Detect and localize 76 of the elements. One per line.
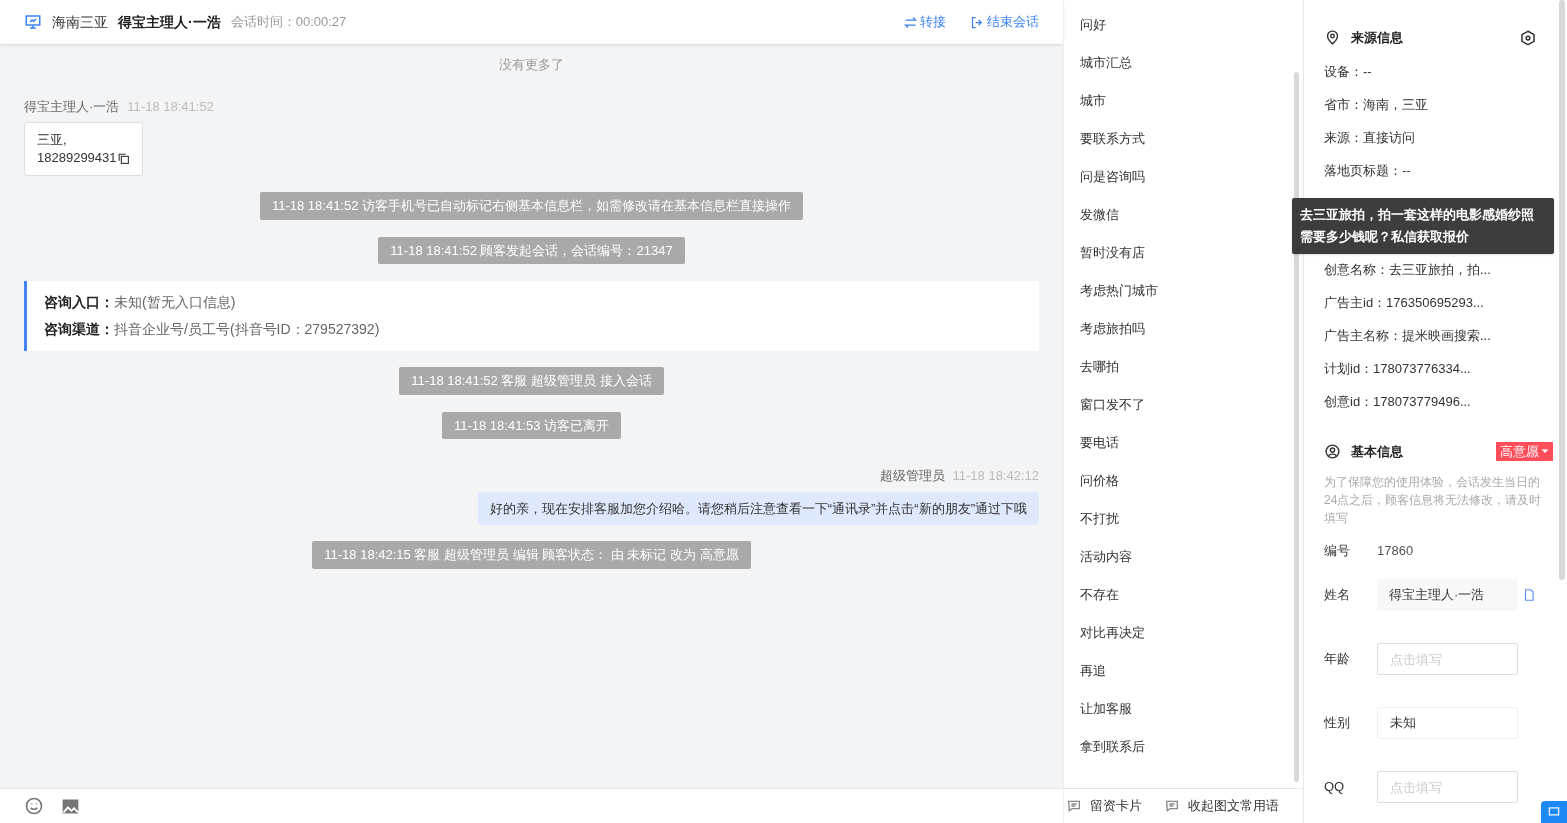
sender-name: 超级管理员 — [879, 467, 945, 485]
field-value: 17860 — [1377, 542, 1414, 561]
quick-phrase[interactable]: 考虑旅拍吗 — [1080, 318, 1303, 356]
source-field: 计划id：178073776334... — [1324, 358, 1537, 392]
select-field[interactable]: 未知 — [1377, 707, 1518, 739]
quick-phrase[interactable]: 问好 — [1080, 14, 1303, 52]
info-line: 咨询渠道：抖音企业号/员工号(抖音号ID：279527392) — [44, 320, 381, 339]
section-title: 来源信息 — [1351, 29, 1404, 47]
field-label: 年龄 — [1324, 650, 1351, 669]
region-name: 海南三亚 — [52, 12, 108, 32]
field-label: 性别 — [1324, 714, 1351, 733]
location-pin-icon — [1324, 29, 1341, 47]
customer-name: 得宝主理人·一浩 — [118, 12, 221, 32]
field-label: 姓名 — [1324, 586, 1351, 605]
session-duration: 会话时间：00:00:27 — [230, 13, 347, 32]
quick-phrase[interactable]: 拿到联系后 — [1080, 736, 1303, 774]
system-message: 11-18 18:41:52 顾客发起会话，会话编号：21347 — [378, 236, 685, 264]
name-field[interactable]: 得宝主理人·一浩 — [1377, 579, 1518, 611]
sender-name: 得宝主理人·一浩 — [24, 97, 120, 116]
phrase-toggle-link[interactable]: 留资卡片 — [1066, 796, 1142, 816]
message-bubble: 好的亲，现在安排客服加您介绍哈。请您稍后注意查看一下“通讯录”并点击“新的朋友”通过下哦 — [477, 491, 1039, 525]
source-field: 落地页标题：-- — [1324, 160, 1537, 194]
field-label: QQ — [1324, 778, 1346, 797]
swap-icon — [903, 14, 918, 30]
source-field: 广告主id：176350695293... — [1324, 292, 1537, 326]
hexagon-nut-icon — [1519, 28, 1537, 47]
smiley-icon — [24, 796, 44, 816]
quick-phrase[interactable]: 再追 — [1080, 660, 1303, 698]
monitor-icon — [24, 13, 42, 31]
notice-text: 为了保障您的使用体验，会话发生当日的24点之后，顾客信息将无法修改，请及时填写 — [1324, 474, 1543, 527]
system-message: 11-18 18:42:15 客服 超级管理员 编辑 顾客状态： 由 未标记 改为 高意愿 — [312, 541, 751, 569]
section-title: 基本信息 — [1351, 442, 1404, 461]
copy-icon — [116, 151, 130, 165]
scrollbar[interactable] — [1559, 0, 1565, 580]
field-label: 编号 — [1324, 542, 1351, 561]
chat-icon — [1547, 805, 1561, 819]
caret-down-icon — [1541, 447, 1549, 456]
quick-phrase[interactable]: 要联系方式 — [1080, 128, 1303, 166]
quick-phrase[interactable]: 考虑热门城市 — [1080, 280, 1303, 318]
scrollbar[interactable] — [1294, 72, 1299, 782]
message-bubble: 三亚, 18289299431 — [24, 122, 143, 176]
user-circle-icon — [1324, 442, 1341, 460]
message-time: 11-18 18:41:52 — [127, 97, 214, 116]
quick-phrase[interactable]: 对比再决定 — [1080, 622, 1303, 660]
quick-phrase[interactable]: 让加客服 — [1080, 698, 1303, 736]
source-field: 创意名称：去三亚旅拍，拍... — [1324, 259, 1537, 293]
exit-icon — [970, 14, 985, 30]
message-icon — [1066, 798, 1082, 814]
quick-phrase[interactable]: 问价格 — [1080, 470, 1303, 508]
chat-float-button[interactable] — [1541, 801, 1567, 823]
quick-phrase[interactable]: 去哪拍 — [1080, 356, 1303, 394]
message-time: 11-18 18:42:12 — [952, 467, 1039, 485]
source-field: 广告主名称：提米映画搜索... — [1324, 325, 1537, 359]
no-more-text: 没有更多了 — [498, 56, 565, 74]
quick-phrase[interactable]: 窗口发不了 — [1080, 394, 1303, 432]
message-icon — [1164, 798, 1180, 814]
system-message: 11-18 18:41:52 访客手机号已自动标记右侧基本信息栏，如需修改请在基本信息栏直接操作 — [259, 192, 804, 220]
quick-phrase[interactable]: 城市汇总 — [1080, 52, 1303, 90]
transfer-button[interactable]: 转接 — [903, 12, 946, 32]
end-session-button[interactable]: 结束会话 — [970, 12, 1039, 32]
system-message: 11-18 18:41:52 客服 超级管理员 接入会话 — [399, 367, 664, 395]
quick-phrase[interactable]: 要电话 — [1080, 432, 1303, 470]
source-field: 创意id：178073779496... — [1324, 391, 1537, 425]
info-line: 咨询入口：未知(暂无入口信息) — [44, 293, 237, 312]
quick-phrase[interactable]: 不打扰 — [1080, 508, 1303, 546]
emoji-button[interactable] — [24, 796, 44, 816]
quick-phrase[interactable]: 活动内容 — [1080, 546, 1303, 584]
quick-phrase[interactable]: 城市 — [1080, 90, 1303, 128]
source-field: 省市：海南，三亚 — [1324, 94, 1537, 128]
system-message: 11-18 18:41:53 访客已离开 — [441, 411, 622, 439]
source-field: 设备：-- — [1324, 61, 1537, 95]
source-field: 来源：直接访问 — [1324, 127, 1537, 161]
phrase-toggle-link[interactable]: 收起图文常用语 — [1164, 796, 1279, 816]
quick-phrase[interactable]: 不存在 — [1080, 584, 1303, 622]
copy-icon — [1522, 588, 1536, 602]
tooltip: 去三亚旅拍，拍一套这样的电影感婚纱照需要多少钱呢？私信获取报价 — [1292, 198, 1554, 254]
